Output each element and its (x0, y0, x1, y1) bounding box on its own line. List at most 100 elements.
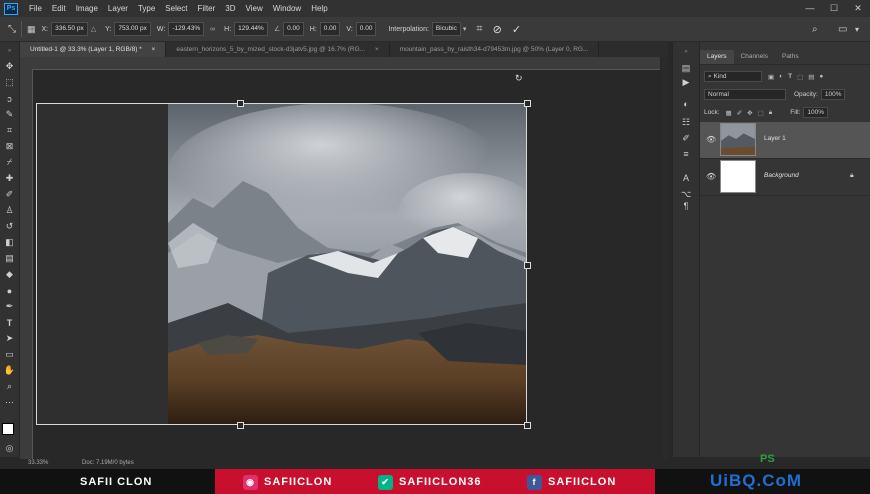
transform-tool-icon[interactable]: ⤡ (8, 24, 16, 35)
delta-icon[interactable]: △ (91, 25, 96, 33)
v-skew-field[interactable]: 0.00 (355, 22, 377, 36)
transform-handle-bottom[interactable] (237, 422, 244, 429)
visibility-eye-icon[interactable]: 👁︎ (706, 135, 716, 145)
tab-eastern-horizons[interactable]: eastern_horizons_5_by_mized_stock-d3jatv… (166, 42, 390, 57)
more-tools-icon[interactable]: ⋯ (3, 396, 16, 409)
quick-select-tool-icon[interactable]: ✎ (3, 108, 16, 121)
menu-file[interactable]: File (24, 4, 47, 13)
type-tool-icon[interactable]: T (3, 316, 16, 329)
pen-tool-icon[interactable]: ✒ (3, 300, 16, 313)
tab-paths[interactable]: Paths (775, 50, 806, 64)
vertical-scrollbar[interactable] (662, 57, 668, 459)
adjustment-filter-icon[interactable]: ◐ (779, 73, 783, 80)
link-icon[interactable]: ∞ (210, 26, 215, 33)
cancel-transform-icon[interactable]: ⊘ (493, 23, 502, 36)
commit-transform-icon[interactable]: ✓ (512, 23, 521, 36)
filter-toggle-icon[interactable]: ● (819, 73, 823, 80)
horizontal-ruler[interactable] (20, 57, 660, 70)
tab-channels[interactable]: Channels (734, 50, 775, 64)
gradient-tool-icon[interactable]: ▤ (3, 252, 16, 265)
angle-field[interactable]: 0.00 (283, 22, 304, 36)
warp-icon[interactable]: ⌗ (476, 23, 482, 36)
properties-icon[interactable]: ☷ (680, 116, 692, 128)
reference-point-icon[interactable]: ▦ (27, 24, 36, 35)
menu-edit[interactable]: Edit (47, 4, 71, 13)
dodge-tool-icon[interactable]: ● (3, 284, 16, 297)
opacity-field[interactable]: 100% (820, 89, 846, 100)
clone-stamp-tool-icon[interactable]: ♙ (3, 204, 16, 217)
pixel-filter-icon[interactable]: ▣ (768, 73, 774, 81)
transform-handle-top[interactable] (237, 100, 244, 107)
marquee-tool-icon[interactable]: ⬚ (3, 76, 16, 89)
menu-type[interactable]: Type (133, 4, 160, 13)
layer-image-mountains[interactable] (168, 103, 527, 425)
menu-view[interactable]: View (241, 4, 268, 13)
menu-window[interactable]: Window (268, 4, 306, 13)
menu-layer[interactable]: Layer (103, 4, 133, 13)
layer-name[interactable]: Background (764, 172, 799, 179)
smart-object-filter-icon[interactable]: ▤ (808, 73, 814, 81)
tab-layers[interactable]: Layers (700, 50, 734, 64)
lock-position-icon[interactable]: ✥ (747, 109, 752, 117)
sliders-icon[interactable]: ≡ (680, 148, 692, 160)
close-tab-icon[interactable]: × (375, 46, 379, 53)
glyphs-icon[interactable]: ⌥ (680, 188, 692, 200)
frame-tool-icon[interactable]: ⊠ (3, 140, 16, 153)
lock-image-icon[interactable]: ✐ (737, 109, 742, 117)
adjustments-icon[interactable]: ◐ (680, 98, 692, 110)
menu-filter[interactable]: Filter (193, 4, 221, 13)
menu-image[interactable]: Image (71, 4, 103, 13)
actions-play-icon[interactable]: ▶ (680, 76, 692, 88)
blur-tool-icon[interactable]: ◆ (3, 268, 16, 281)
chevron-down-icon[interactable]: ▾ (855, 25, 859, 34)
collapse-icon[interactable]: « (680, 46, 692, 58)
width-field[interactable]: -129.43% (168, 22, 205, 36)
y-position-field[interactable]: 753.00 px (114, 22, 151, 36)
visibility-eye-icon[interactable]: 👁︎ (706, 172, 716, 182)
close-window-button[interactable]: ✕ (846, 0, 870, 17)
height-field[interactable]: 129.44% (234, 22, 268, 36)
history-brush-tool-icon[interactable]: ↺ (3, 220, 16, 233)
photoshop-app-icon[interactable]: Ps (4, 2, 18, 15)
healing-brush-tool-icon[interactable]: ✚ (3, 172, 16, 185)
tab-untitled-1[interactable]: Untitled-1 @ 33.3% (Layer 1, RGB/8) * × (20, 42, 167, 57)
layer-row-layer-1[interactable]: 👁︎ Layer 1 (700, 122, 870, 159)
minimize-button[interactable]: — (798, 0, 822, 17)
document-canvas[interactable] (36, 103, 168, 425)
h-skew-field[interactable]: 0.00 (319, 22, 341, 36)
tab-mountain-pass[interactable]: mountain_pass_by_raisth34-d79453m.jpg @ … (389, 42, 600, 57)
maximize-button[interactable]: ☐ (822, 0, 846, 17)
shape-tool-icon[interactable]: ▭ (3, 348, 16, 361)
menu-help[interactable]: Help (306, 4, 332, 13)
document-size[interactable]: Doc: 7.19M/0 bytes (82, 460, 134, 466)
menu-3d[interactable]: 3D (220, 4, 240, 13)
lock-artboard-icon[interactable]: ⬚ (758, 109, 764, 117)
menu-select[interactable]: Select (160, 4, 192, 13)
transform-handle-right[interactable] (524, 262, 531, 269)
paragraph-icon[interactable]: ¶ (680, 200, 692, 212)
eraser-tool-icon[interactable]: ◧ (3, 236, 16, 249)
blend-mode-select[interactable]: Normal (704, 89, 786, 100)
foreground-color-swatch[interactable] (2, 423, 14, 435)
zoom-tool-icon[interactable]: ⌕ (3, 380, 16, 393)
workspace-icon[interactable]: ▭ (838, 24, 847, 35)
layer-row-background[interactable]: 👁︎ Background 🔒︎ (700, 159, 870, 196)
move-tool-icon[interactable]: ✥ (3, 60, 16, 73)
chevron-down-icon[interactable]: ▾ (463, 25, 467, 33)
transform-handle-bottom-right[interactable] (524, 422, 531, 429)
history-icon[interactable]: ▤ (680, 62, 692, 74)
layer-name[interactable]: Layer 1 (764, 135, 786, 142)
brush-tool-icon[interactable]: ✐ (3, 188, 16, 201)
interpolation-select[interactable]: Bicubic (431, 22, 461, 36)
lock-all-icon[interactable]: 🔒︎ (769, 109, 772, 117)
crop-tool-icon[interactable]: ⌗ (3, 124, 16, 137)
layer-kind-filter[interactable]: ⌕ Kind (704, 71, 762, 82)
fill-field[interactable]: 100% (803, 107, 828, 118)
transform-handle-top-right[interactable] (524, 100, 531, 107)
vertical-ruler[interactable] (20, 69, 33, 459)
search-icon[interactable]: ⌕ (812, 24, 818, 35)
close-tab-icon[interactable]: × (152, 46, 156, 53)
path-selection-tool-icon[interactable]: ➤ (3, 332, 16, 345)
lock-transparent-icon[interactable]: ▦ (726, 109, 732, 117)
shape-filter-icon[interactable]: ⬚ (797, 73, 803, 81)
